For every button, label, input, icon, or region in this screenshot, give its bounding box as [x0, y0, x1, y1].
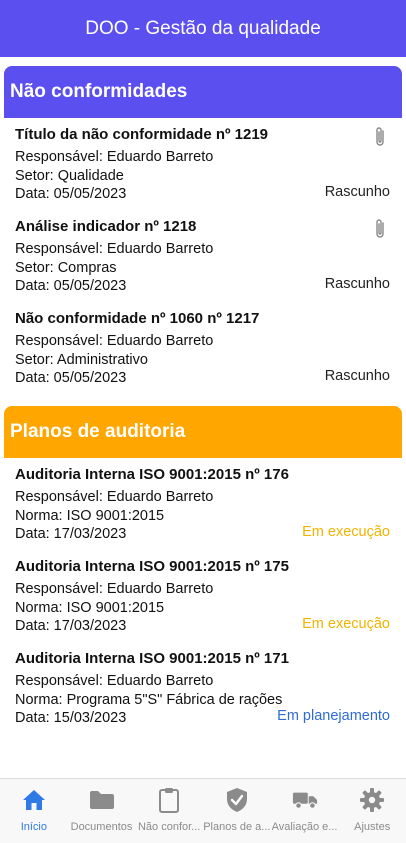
item-norm: Norma: ISO 9001:2015 — [15, 599, 165, 616]
tab-avaliacao[interactable]: Avaliação e... — [271, 779, 339, 843]
tab-label: Planos de a... — [203, 821, 271, 833]
non-conformities-section: Não conformidades Título da não conformi… — [4, 66, 402, 396]
tab-inicio[interactable]: Início — [0, 779, 68, 843]
clipboard-icon — [156, 787, 182, 813]
tab-bar: Início Documentos Não confor... Planos d… — [0, 778, 406, 843]
app-header: DOO - Gestão da qualidade — [0, 0, 406, 57]
non-conformity-item[interactable]: Título da não conformidade nº 1219 Respo… — [4, 118, 402, 210]
item-title: Análise indicador nº 1218 — [15, 218, 197, 235]
status-label: Rascunho — [324, 184, 390, 200]
tab-planos-auditoria[interactable]: Planos de a... — [203, 779, 271, 843]
item-responsible: Responsável: Eduardo Barreto — [15, 489, 214, 505]
folder-icon — [89, 787, 115, 813]
tab-label: Documentos — [70, 821, 133, 833]
item-norm: Norma: Programa 5"S" Fábrica de rações — [15, 691, 283, 708]
non-conformities-title: Não conformidades — [10, 81, 188, 102]
tab-ajustes[interactable]: Ajustes — [338, 779, 406, 843]
status-label: Rascunho — [324, 368, 390, 384]
non-conformity-item[interactable]: Não conformidade nº 1060 nº 1217 Respons… — [4, 302, 402, 394]
item-sector: Setor: Qualidade — [15, 167, 124, 184]
tab-label: Não confor... — [137, 821, 201, 833]
status-label: Em execução — [302, 616, 390, 632]
item-responsible: Responsável: Eduardo Barreto — [15, 333, 214, 349]
shield-check-icon — [224, 787, 250, 813]
item-responsible: Responsável: Eduardo Barreto — [15, 241, 214, 257]
item-responsible: Responsável: Eduardo Barreto — [15, 149, 214, 165]
app-title: DOO - Gestão da qualidade — [85, 17, 321, 39]
item-sector: Setor: Administrativo — [15, 351, 148, 368]
item-title: Título da não conformidade nº 1219 — [15, 126, 269, 143]
tab-label: Ajustes — [354, 821, 391, 833]
status-label: Em planejamento — [277, 708, 390, 724]
item-title: Auditoria Interna ISO 9001:2015 nº 176 — [15, 466, 289, 483]
non-conformity-item[interactable]: Análise indicador nº 1218 Responsável: E… — [4, 210, 402, 302]
gear-icon — [359, 787, 385, 813]
item-sector: Setor: Compras — [15, 259, 117, 276]
item-responsible: Responsável: Eduardo Barreto — [15, 673, 214, 689]
status-label: Em execução — [302, 524, 390, 540]
audit-plans-section: Planos de auditoria Auditoria Interna IS… — [4, 406, 402, 736]
paperclip-icon[interactable] — [372, 218, 388, 240]
item-title: Não conformidade nº 1060 nº 1217 — [15, 310, 260, 327]
tab-label: Início — [20, 821, 47, 833]
item-title: Auditoria Interna ISO 9001:2015 nº 175 — [15, 558, 289, 575]
non-conformities-header[interactable]: Não conformidades — [4, 66, 402, 118]
paperclip-icon[interactable] — [372, 126, 388, 148]
tab-label: Avaliação e... — [271, 821, 338, 833]
status-label: Rascunho — [324, 276, 390, 292]
home-icon — [21, 787, 47, 813]
audit-plans-header[interactable]: Planos de auditoria — [4, 406, 402, 458]
audit-plan-item[interactable]: Auditoria Interna ISO 9001:2015 nº 176 R… — [4, 458, 402, 550]
tab-nao-conformidades[interactable]: Não confor... — [135, 779, 203, 843]
audit-plan-item[interactable]: Auditoria Interna ISO 9001:2015 nº 171 R… — [4, 642, 402, 734]
item-title: Auditoria Interna ISO 9001:2015 nº 171 — [15, 650, 289, 667]
item-responsible: Responsável: Eduardo Barreto — [15, 581, 214, 597]
item-norm: Norma: ISO 9001:2015 — [15, 507, 165, 524]
audit-plan-item[interactable]: Auditoria Interna ISO 9001:2015 nº 175 R… — [4, 550, 402, 642]
truck-icon — [292, 787, 318, 813]
tab-documentos[interactable]: Documentos — [68, 779, 136, 843]
audit-plans-title: Planos de auditoria — [10, 421, 186, 442]
